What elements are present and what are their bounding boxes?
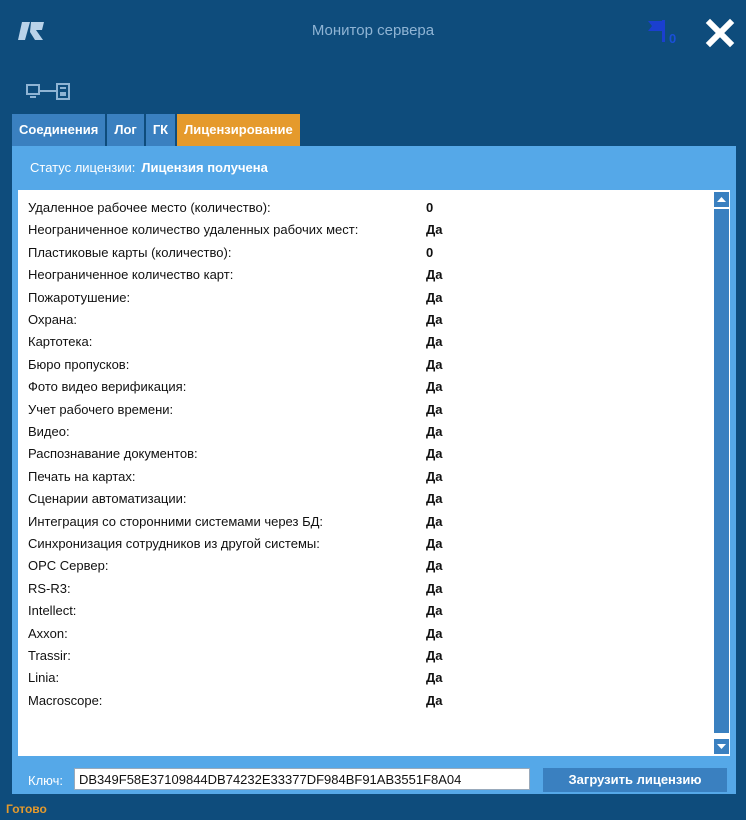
status-bar-text: Готово (6, 802, 47, 816)
license-feature-label: Удаленное рабочее место (количество): (28, 200, 271, 215)
license-feature-label: Картотека: (28, 334, 93, 350)
license-key-input[interactable] (74, 768, 530, 790)
license-feature-row: Удаленное рабочее место (количество): 0 (28, 197, 433, 219)
scroll-up-icon[interactable] (714, 192, 729, 207)
license-feature-label: Учет рабочего времени: (28, 401, 174, 417)
flag-icon[interactable] (646, 18, 668, 44)
tab-connections[interactable]: Соединения (12, 114, 106, 146)
license-features-list[interactable]: Удаленное рабочее место (количество): 0 Не… (18, 190, 730, 756)
license-feature-row: Linia: Да (28, 667, 443, 689)
license-feature-label: Linia: (28, 670, 60, 686)
license-feature-row: Сценарии автоматизации: Да (28, 488, 443, 510)
license-feature-label: Intellect: (28, 603, 77, 619)
license-feature-label: Сценарии автоматизации: (28, 491, 187, 507)
license-feature-row: Trassir: Да (28, 645, 443, 667)
license-feature-row: Фото видео верификация: Да (28, 376, 443, 398)
window-title: Монитор сервера (311, 22, 435, 39)
license-feature-label: Бюро пропусков: (28, 356, 130, 372)
close-icon[interactable] (705, 18, 735, 48)
tab-gk[interactable]: ГК (145, 114, 176, 146)
license-feature-value: Да (426, 558, 443, 574)
license-key-label: Ключ: (28, 773, 64, 788)
license-feature-row: Macroscope: Да (28, 690, 443, 712)
tab-licensing[interactable]: Лицензирование (177, 114, 300, 146)
license-feature-value: Да (426, 401, 443, 417)
server-connection-icon[interactable] (26, 82, 82, 102)
license-feature-label: Печать на картах: (28, 468, 136, 484)
license-feature-value: Да (426, 536, 443, 551)
license-feature-value: Да (426, 603, 443, 619)
license-feature-value: Да (426, 580, 443, 596)
tab-bar: Соединения Лог ГК Лицензирование (12, 114, 300, 146)
license-feature-value: Да (426, 424, 443, 439)
license-feature-label: Trassir: (28, 648, 71, 663)
license-feature-row: Видео: Да (28, 421, 443, 443)
license-feature-value: Да (426, 513, 443, 529)
vertical-scrollbar[interactable] (713, 190, 730, 756)
license-key-row: Ключ: Загрузить лицензию (12, 766, 736, 794)
license-feature-label: Интеграция со сторонними системами через… (28, 513, 324, 529)
license-feature-value: Да (426, 625, 443, 641)
license-feature-row: Учет рабочего времени: Да (28, 399, 443, 421)
license-status-label: Статус лицензии: (30, 160, 136, 175)
load-license-button[interactable]: Загрузить лицензию (543, 768, 727, 792)
license-feature-value: Да (426, 670, 443, 686)
license-feature-label: Пожаротушение: (28, 289, 131, 305)
license-feature-label: Неограниченное количество карт: (28, 267, 234, 283)
license-feature-row: Картотека: Да (28, 331, 443, 353)
license-feature-value: Да (426, 446, 443, 462)
license-feature-label: Распознавание документов: (28, 446, 198, 462)
license-status-value: Лицензия получена (141, 160, 268, 175)
license-feature-label: RS-R3: (28, 580, 71, 596)
title-bar: Монитор сервера 0 (0, 0, 746, 66)
license-feature-value: Да (426, 312, 443, 327)
license-feature-row: Пластиковые карты (количество): 0 (28, 242, 433, 264)
license-feature-label: Пластиковые карты (количество): (28, 244, 232, 260)
license-feature-row: Неограниченное количество карт: Да (28, 264, 443, 286)
license-feature-value: 0 (426, 244, 434, 260)
tab-log[interactable]: Лог (107, 114, 144, 146)
licensing-panel: Статус лицензии: Лицензия получена Удален… (12, 146, 736, 794)
license-feature-row: Охрана: Да (28, 309, 443, 331)
license-feature-value: Да (426, 222, 443, 238)
license-feature-label: Macroscope: (28, 692, 103, 708)
license-feature-row: Синхронизация сотрудников из другой сист… (28, 533, 443, 555)
license-feature-row: Интеграция со сторонними системами через… (28, 511, 443, 533)
license-feature-row: RS-R3: Да (28, 578, 443, 600)
license-feature-label: Синхронизация сотрудников из другой сист… (28, 536, 320, 551)
license-feature-label: Видео: (28, 424, 70, 439)
license-feature-row: Неограниченное количество удаленных рабо… (28, 219, 443, 241)
license-feature-value: 0 (426, 200, 434, 215)
license-feature-row: Intellect: Да (28, 600, 443, 622)
license-feature-value: Да (426, 491, 443, 507)
license-feature-value: Да (426, 289, 443, 305)
license-feature-value: Да (426, 334, 443, 350)
license-feature-label: OPC Сервер: (28, 558, 109, 574)
scroll-down-icon[interactable] (714, 739, 729, 754)
license-feature-label: Axxon: (28, 625, 68, 641)
license-feature-row: Бюро пропусков: Да (28, 354, 443, 376)
scrollbar-thumb[interactable] (714, 209, 729, 733)
license-feature-value: Да (426, 648, 443, 663)
license-feature-label: Охрана: (28, 312, 77, 327)
license-feature-value: Да (426, 692, 443, 708)
license-feature-value: Да (426, 267, 443, 283)
notification-count: 0 (669, 31, 677, 46)
license-feature-value: Да (426, 356, 443, 372)
license-status: Статус лицензии: Лицензия получена (30, 160, 268, 175)
license-feature-label: Фото видео верификация: (28, 379, 187, 395)
license-feature-label: Неограниченное количество удаленных рабо… (28, 222, 359, 238)
license-feature-row: OPC Сервер: Да (28, 555, 443, 577)
license-feature-row: Распознавание документов: Да (28, 443, 443, 465)
license-feature-value: Да (426, 379, 443, 395)
license-feature-value: Да (426, 468, 443, 484)
license-feature-row: Пожаротушение: Да (28, 287, 443, 309)
license-feature-row: Печать на картах: Да (28, 466, 443, 488)
license-feature-row: Axxon: Да (28, 623, 443, 645)
